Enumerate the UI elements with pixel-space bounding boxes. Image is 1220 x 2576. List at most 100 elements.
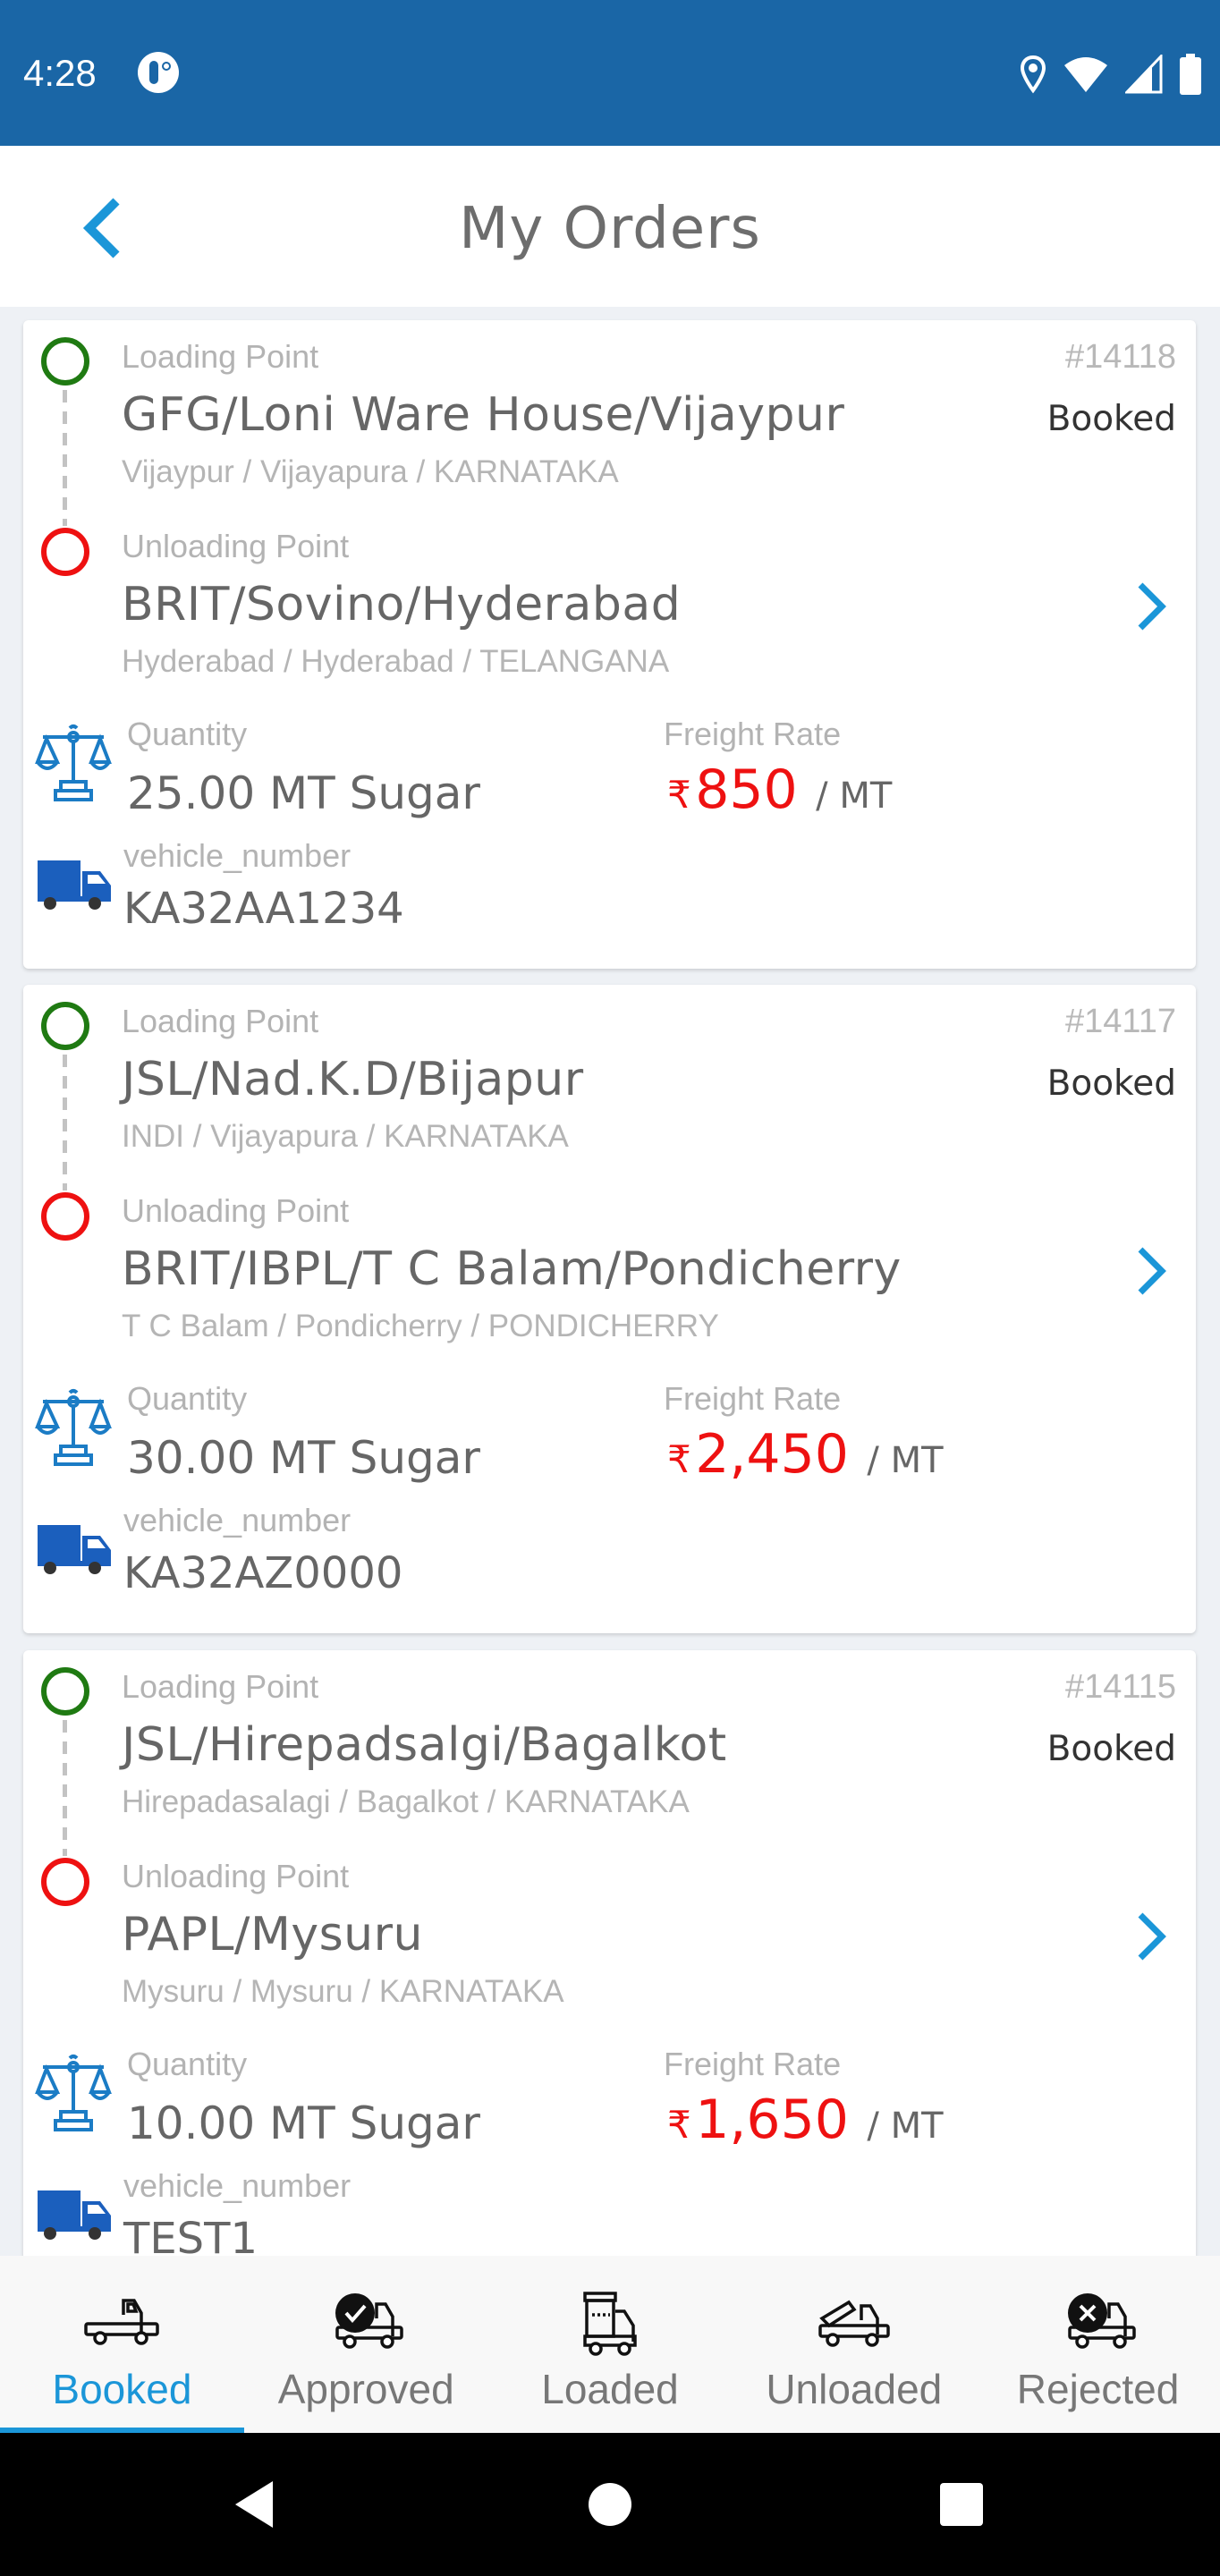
chevron-right-icon	[1138, 582, 1166, 631]
signal-icon	[1125, 55, 1163, 94]
freight-rate: ₹ 1,650 / MT	[667, 2089, 944, 2151]
freight-rate: ₹ 2,450 / MT	[667, 1423, 944, 1486]
freight-rate-unit: / MT	[867, 1440, 944, 1481]
wifi-icon	[1064, 57, 1107, 92]
freight-rate-label: Freight Rate	[664, 716, 842, 752]
status-bar: 4:28	[0, 0, 1220, 146]
freight-rate: ₹ 850 / MT	[667, 758, 892, 821]
order-card[interactable]: Loading Point JSL/Nad.K.D/Bijapur INDI /…	[23, 985, 1196, 1633]
loading-point-address: Vijaypur / Vijayapura / KARNATAKA	[122, 454, 619, 489]
recents-square-icon	[940, 2483, 983, 2526]
page-title: My Orders	[459, 196, 761, 262]
battery-icon	[1180, 54, 1201, 95]
unloading-point-marker	[41, 1858, 89, 1906]
unloading-point-address: Hyderabad / Hyderabad / TELANGANA	[122, 644, 670, 679]
quantity-value: 10.00 MT Sugar	[127, 2097, 480, 2149]
vehicle-number-label: vehicle_number	[123, 1502, 352, 1538]
loading-point-label: Loading Point	[122, 1003, 319, 1039]
unloading-point-name: BRIT/Sovino/Hyderabad	[122, 578, 682, 631]
truck-check-icon	[335, 2293, 403, 2349]
vehicle-number-label: vehicle_number	[123, 837, 352, 874]
unloading-point-address: T C Balam / Pondicherry / PONDICHERRY	[122, 1309, 719, 1343]
freight-rate-unit: / MT	[816, 775, 893, 817]
home-circle-icon	[589, 2483, 631, 2526]
tab-label: Rejected	[1016, 2366, 1180, 2412]
unloading-point-label: Unloading Point	[122, 1192, 350, 1229]
freight-rate-value: 2,450	[695, 1423, 849, 1486]
order-number: #14115	[1065, 1668, 1176, 1706]
app-header: My Orders	[0, 146, 1220, 307]
status-badge: Booked	[1046, 1063, 1176, 1104]
unloading-point-name: BRIT/IBPL/T C Balam/Pondicherry	[122, 1242, 902, 1296]
tab-loaded[interactable]: Loaded	[488, 2256, 733, 2433]
order-details-button[interactable]	[1133, 1911, 1169, 1962]
tab-label: Approved	[277, 2366, 454, 2412]
system-nav-bar	[0, 2433, 1220, 2576]
quantity-label: Quantity	[127, 1380, 248, 1417]
rupee-icon: ₹	[667, 2103, 691, 2147]
loading-point-marker	[41, 1667, 89, 1716]
freight-rate-label: Freight Rate	[664, 2046, 842, 2082]
truck-icon	[38, 2190, 111, 2240]
order-number: #14118	[1065, 338, 1176, 376]
order-details-button[interactable]	[1133, 1246, 1169, 1296]
loaded-truck-icon	[583, 2292, 637, 2356]
vehicle-number-value: KA32AZ0000	[123, 1548, 403, 1598]
orders-list[interactable]: Loading Point GFG/Loni Ware House/Vijayp…	[0, 307, 1220, 2256]
loading-point-address: Hirepadasalagi / Bagalkot / KARNATAKA	[122, 1784, 690, 1819]
nav-home-button[interactable]	[583, 2478, 637, 2531]
route-connector	[63, 390, 67, 526]
unloading-point-address: Mysuru / Mysuru / KARNATAKA	[122, 1974, 564, 2009]
rupee-icon: ₹	[667, 773, 691, 817]
loading-point-name: JSL/Nad.K.D/Bijapur	[122, 1053, 584, 1106]
nav-recents-button[interactable]	[935, 2478, 988, 2531]
dump-truck-icon	[818, 2300, 890, 2347]
loading-point-address: INDI / Vijayapura / KARNATAKA	[122, 1119, 569, 1154]
unloading-point-marker	[41, 528, 89, 576]
rupee-icon: ₹	[667, 1437, 691, 1481]
vehicle-number-value: TEST1	[123, 2214, 258, 2256]
quantity-value: 25.00 MT Sugar	[127, 767, 480, 819]
freight-rate-value: 850	[695, 758, 798, 821]
order-card[interactable]: Loading Point JSL/Hirepadsalgi/Bagalkot …	[23, 1650, 1196, 2256]
unloading-point-label: Unloading Point	[122, 528, 350, 564]
loading-point-label: Loading Point	[122, 1668, 319, 1705]
status-badge: Booked	[1046, 1729, 1176, 1769]
order-card[interactable]: Loading Point GFG/Loni Ware House/Vijayp…	[23, 320, 1196, 969]
app-notification-icon	[138, 52, 179, 93]
tab-label: Loaded	[541, 2366, 679, 2412]
order-number: #14117	[1065, 1003, 1176, 1040]
truck-cross-icon	[1067, 2293, 1136, 2349]
location-icon	[1020, 55, 1046, 94]
weighing-scale-icon	[35, 2055, 112, 2131]
chevron-right-icon	[1138, 1247, 1166, 1295]
status-time: 4:28	[23, 52, 97, 94]
quantity-label: Quantity	[127, 2046, 248, 2082]
tab-rejected[interactable]: Rejected	[976, 2256, 1220, 2433]
loading-point-marker	[41, 337, 89, 386]
weighing-scale-icon	[35, 1389, 112, 1466]
freight-rate-unit: / MT	[867, 2106, 944, 2147]
tab-approved[interactable]: Approved	[244, 2256, 488, 2433]
tab-label: Booked	[52, 2366, 192, 2412]
back-triangle-icon	[235, 2481, 273, 2528]
loading-point-name: JSL/Hirepadsalgi/Bagalkot	[122, 1718, 727, 1772]
tab-unloaded[interactable]: Unloaded	[732, 2256, 976, 2433]
route-connector	[63, 1720, 67, 1856]
chevron-right-icon	[1138, 1912, 1166, 1961]
nav-back-button[interactable]	[228, 2478, 282, 2531]
freight-rate-value: 1,650	[695, 2089, 849, 2151]
loading-point-label: Loading Point	[122, 338, 319, 375]
status-badge: Booked	[1046, 399, 1176, 439]
status-tab-bar: Booked Approved Loaded Unloaded Rejected	[0, 2256, 1220, 2433]
unloading-point-label: Unloading Point	[122, 1858, 350, 1894]
tab-label: Unloaded	[766, 2366, 943, 2412]
loading-point-marker	[41, 1002, 89, 1050]
tab-booked[interactable]: Booked	[0, 2256, 244, 2433]
freight-rate-label: Freight Rate	[664, 1380, 842, 1417]
unloading-point-name: PAPL/Mysuru	[122, 1908, 423, 1962]
quantity-value: 30.00 MT Sugar	[127, 1432, 480, 1484]
status-icons	[1020, 52, 1202, 97]
weighing-scale-icon	[35, 724, 112, 801]
order-details-button[interactable]	[1133, 581, 1169, 631]
